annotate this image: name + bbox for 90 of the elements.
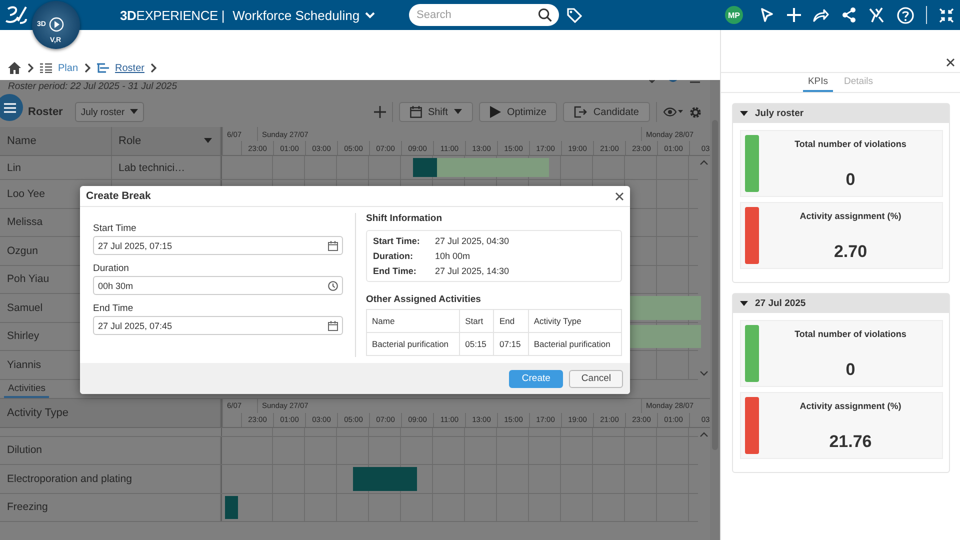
user-avatar[interactable]: MP <box>725 6 743 24</box>
settings-icon[interactable] <box>689 106 702 118</box>
cancel-button[interactable]: Cancel <box>569 370 623 388</box>
calendar-icon[interactable] <box>328 240 338 250</box>
input-field[interactable]: 27 Jul 2025, 07:15 <box>93 236 343 255</box>
activity-bar[interactable] <box>225 496 238 519</box>
column-header[interactable]: Role <box>112 127 221 155</box>
tree-icon <box>97 63 110 73</box>
table-header: Activity Type <box>528 310 622 332</box>
roster-dropdown[interactable]: July roster <box>74 102 144 122</box>
create-button[interactable]: Create <box>508 370 564 388</box>
tag-icon[interactable] <box>566 7 582 23</box>
caret-down-icon[interactable] <box>740 110 748 116</box>
info-value: 27 Jul 2025, 04:30 <box>435 236 510 246</box>
input-field[interactable]: 27 Jul 2025, 07:45 <box>93 316 343 335</box>
close-icon[interactable] <box>946 58 955 67</box>
scrollbar[interactable] <box>710 80 720 540</box>
name-cell[interactable]: Freezing <box>0 494 221 521</box>
home-icon[interactable] <box>8 62 21 74</box>
help-icon[interactable] <box>897 6 914 24</box>
scroll-down-icon[interactable] <box>700 370 708 376</box>
table-cell: 05:15 <box>460 332 494 356</box>
calendar-icon <box>410 106 422 118</box>
share-icon[interactable] <box>813 8 829 22</box>
play-icon <box>490 106 501 118</box>
kpi-label: Total number of violations <box>794 139 906 149</box>
kpi-label: Activity assignment (%) <box>800 211 902 221</box>
menu-icon <box>4 102 16 112</box>
exit-icon <box>574 106 588 118</box>
search-field[interactable]: Search <box>408 4 559 26</box>
table-cell: Bacterial purification <box>366 332 460 356</box>
info-value: 27 Jul 2025, 14:30 <box>435 266 510 276</box>
caret-down-icon <box>204 138 212 144</box>
menu-button[interactable] <box>0 94 23 121</box>
panel-tab[interactable]: KPIs <box>802 74 833 92</box>
kpi-value: 2.70 <box>834 242 868 262</box>
section-title: July roster <box>755 108 804 119</box>
name-cell[interactable]: Electroporation and plating <box>0 465 221 492</box>
roster-title: Roster <box>28 106 63 118</box>
eye-icon[interactable] <box>663 107 683 117</box>
logo-icon[interactable] <box>4 5 28 25</box>
caret-down-icon <box>454 109 462 115</box>
network-icon[interactable] <box>841 7 857 23</box>
calendar-icon[interactable] <box>328 320 338 330</box>
kpi-label: Activity assignment (%) <box>800 401 902 411</box>
table-header: End <box>494 310 528 332</box>
kpi-value: 21.76 <box>829 432 872 452</box>
chevron-right-icon <box>150 63 158 73</box>
input-field[interactable]: 00h 30m <box>93 276 343 295</box>
scroll-up-icon[interactable] <box>700 432 708 436</box>
caret-down-icon[interactable] <box>740 300 748 306</box>
table-cell: 07:15 <box>494 332 528 356</box>
info-label: End Time: <box>373 266 418 276</box>
info-value: 10h 00m <box>435 251 472 261</box>
app-title[interactable]: Workforce Scheduling <box>232 8 375 22</box>
chevron-right-icon <box>84 63 92 73</box>
kpi-value: 0 <box>846 360 856 380</box>
kpi-value: 0 <box>846 170 856 190</box>
section-title: 27 Jul 2025 <box>755 298 806 309</box>
toolbar-button[interactable]: Shift <box>398 102 473 122</box>
role-cell[interactable]: Lab technici… <box>112 156 221 179</box>
close-icon[interactable] <box>615 192 624 200</box>
section-title: Shift Information <box>366 213 443 224</box>
add-icon[interactable] <box>374 106 386 118</box>
table-header: Name <box>366 310 460 332</box>
table-header: Start <box>460 310 494 332</box>
breadcrumb-link[interactable]: Roster <box>115 62 144 74</box>
name-cell[interactable]: Dilution <box>0 436 221 464</box>
column-header[interactable]: Activity Type <box>0 398 221 426</box>
scroll-up-icon[interactable] <box>700 160 708 165</box>
play-icon <box>49 16 64 33</box>
roster-period: Roster period: 22 Jul 2025 - 31 Jul 2025 <box>8 81 177 92</box>
list-icon <box>40 63 52 73</box>
chevron-down-icon <box>364 12 375 18</box>
breadcrumb-link[interactable]: Plan <box>58 62 78 74</box>
panel-tab[interactable]: Details <box>839 74 878 92</box>
table-cell: Bacterial purification <box>528 332 622 356</box>
info-label: Duration: <box>373 251 414 261</box>
info-label: Start Time: <box>373 236 421 246</box>
kpi-label: Total number of violations <box>794 329 906 339</box>
collapse-icon[interactable] <box>939 8 954 22</box>
section-title: Other Assigned Activities <box>366 294 482 305</box>
name-cell[interactable]: Lin <box>0 156 112 179</box>
column-header[interactable]: Name <box>0 127 112 155</box>
toolbar-button[interactable]: Optimize <box>478 102 558 122</box>
clock-icon[interactable] <box>328 280 338 290</box>
toolbar-button[interactable]: Candidate <box>563 102 650 122</box>
brand-title: 3DEXPERIENCE | <box>120 8 225 22</box>
caret-down-icon <box>130 109 138 115</box>
chevron-right-icon <box>27 63 34 73</box>
